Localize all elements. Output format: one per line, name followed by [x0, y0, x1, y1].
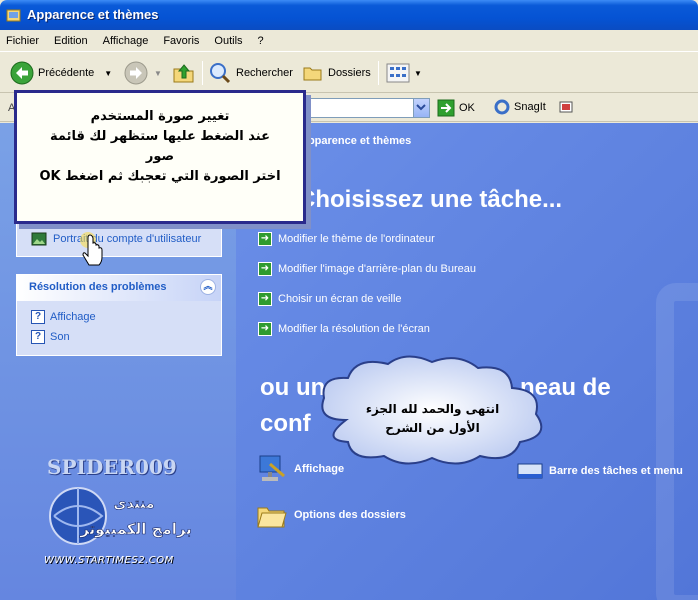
hand-cursor-icon: [80, 232, 103, 266]
snagit-capture-icon[interactable]: [558, 99, 574, 115]
folder-up-button[interactable]: [172, 59, 196, 87]
troubleshoot-panel: Résolution des problèmes ︽ ? Affichage ?…: [16, 274, 222, 356]
breadcrumb: Apparence et thèmes: [300, 135, 412, 147]
forward-dropdown-icon[interactable]: ▼: [154, 69, 162, 78]
menu-outils[interactable]: Outils: [214, 35, 242, 47]
task-link-background[interactable]: ➜ Modifier l'image d'arrière-plan du Bur…: [258, 262, 476, 276]
control-panel-heading-line2: conf: [260, 410, 311, 437]
display-icon: [259, 455, 285, 481]
title-bar: Apparence et thèmes: [0, 0, 698, 30]
forum-line-2: برامج الكمبيوتر: [79, 520, 192, 538]
task-heading: Choisissez une tâche...: [298, 186, 563, 213]
task-link-resolution[interactable]: ➜ Modifier la résolution de l'écran: [258, 322, 430, 336]
author-signature: SPIDER009: [47, 455, 177, 479]
user-picture-link[interactable]: Portrait du compte d'utilisateur: [17, 229, 221, 249]
go-label: OK: [459, 102, 475, 114]
menu-bar: Fichier Edition Affichage Favoris Outils…: [0, 30, 698, 52]
go-button[interactable]: OK: [437, 99, 475, 117]
snagit-button[interactable]: SnagIt: [494, 99, 574, 115]
troubleshoot-title: Résolution des problèmes: [29, 281, 167, 293]
back-label: Précédente: [38, 67, 95, 79]
troubleshoot-display-link[interactable]: ? Affichage: [17, 307, 221, 327]
task-label: Modifier la résolution de l'écran: [278, 323, 430, 335]
cloud-text: انتهى والحمد لله الجزء الأول من الشرح: [340, 400, 525, 438]
annotation-callout: تغيير صورة المستخدم عند الضغط عليها ستظه…: [14, 90, 306, 224]
task-label: Modifier le thème de l'ordinateur: [278, 233, 435, 245]
toolbar: Précédente ▼ ▼ Rechercher Dossiers ▼: [0, 53, 698, 93]
views-button[interactable]: ▼: [386, 59, 422, 87]
folders-label: Dossiers: [328, 67, 371, 79]
folders-icon: [303, 67, 322, 81]
callout-line: تغيير صورة المستخدم: [90, 109, 230, 124]
forward-arrow-icon: [124, 61, 148, 85]
green-arrow-icon: ➜: [258, 292, 272, 306]
user-picture-label: Portrait du compte d'utilisateur: [53, 233, 202, 245]
menu-edition[interactable]: Edition: [54, 35, 88, 47]
troubleshoot-header[interactable]: Résolution des problèmes ︽: [17, 275, 221, 301]
troubleshoot-sound-link[interactable]: ? Son: [17, 327, 221, 347]
search-button[interactable]: Rechercher: [208, 59, 293, 87]
folder-window-icon: [6, 9, 21, 22]
folders-button[interactable]: Dossiers: [302, 59, 371, 87]
snagit-label: SnagIt: [514, 101, 546, 113]
task-label: Choisir un écran de veille: [278, 293, 402, 305]
folder-up-icon: [173, 64, 194, 83]
toolbar-separator: [202, 61, 203, 85]
toolbar-separator: [378, 61, 379, 85]
help-icon: ?: [31, 330, 45, 344]
task-link-screensaver[interactable]: ➜ Choisir un écran de veille: [258, 292, 402, 306]
menu-affichage[interactable]: Affichage: [103, 35, 149, 47]
menu-fichier[interactable]: Fichier: [6, 35, 39, 47]
cp-taskbar-label: Barre des tâches et menu: [549, 465, 683, 477]
green-arrow-icon: ➜: [258, 322, 272, 336]
forward-button[interactable]: ▼: [124, 59, 162, 87]
troubleshoot-sound-label: Son: [50, 331, 70, 343]
cp-folder-options-label: Options des dossiers: [294, 509, 406, 521]
callout-line: اختر الصورة التي تعجبك ثم اضغط OK: [39, 169, 281, 184]
menu-favoris[interactable]: Favoris: [163, 35, 199, 47]
search-label: Rechercher: [236, 67, 293, 79]
back-arrow-icon: [10, 61, 34, 85]
green-arrow-icon: ➜: [258, 232, 272, 246]
chevron-down-icon: [416, 104, 426, 111]
search-icon: [210, 63, 231, 84]
forum-line-1: منتدى: [113, 496, 154, 512]
cp-item-folder-options[interactable]: Options des dossiers: [256, 500, 406, 530]
folder-options-icon: [257, 507, 287, 528]
green-arrow-icon: ➜: [258, 262, 272, 276]
address-dropdown[interactable]: [413, 99, 429, 117]
back-dropdown-icon[interactable]: ▼: [104, 69, 112, 78]
cloud-line: الأول من الشرح: [385, 421, 480, 435]
collapse-chevron-icon[interactable]: ︽: [200, 279, 216, 295]
theme-watermark: [656, 283, 698, 600]
forum-logo: منتدى برامج الكمبيوتر: [49, 487, 192, 545]
picture-icon: [31, 232, 47, 246]
task-label: Modifier l'image d'arrière-plan du Burea…: [278, 263, 477, 275]
views-dropdown-icon[interactable]: ▼: [414, 69, 422, 78]
menu-help[interactable]: ?: [258, 35, 264, 47]
back-button[interactable]: Précédente ▼: [10, 59, 112, 87]
views-grid-icon: [386, 63, 410, 83]
go-arrow-icon: [437, 99, 455, 117]
address-input[interactable]: [300, 98, 430, 118]
snagit-icon: [494, 99, 510, 115]
window-title: Apparence et thèmes: [27, 7, 159, 22]
site-url: WWW.STARTIMES2.COM: [44, 555, 174, 566]
help-icon: ?: [31, 310, 45, 324]
callout-line: عند الضغط عليها ستظهر لك قائمة: [50, 129, 270, 144]
troubleshoot-display-label: Affichage: [50, 311, 96, 323]
cloud-line: انتهى والحمد لله الجزء: [365, 402, 500, 416]
callout-line: صور: [145, 149, 175, 164]
task-link-theme[interactable]: ➜ Modifier le thème de l'ordinateur: [258, 232, 435, 246]
